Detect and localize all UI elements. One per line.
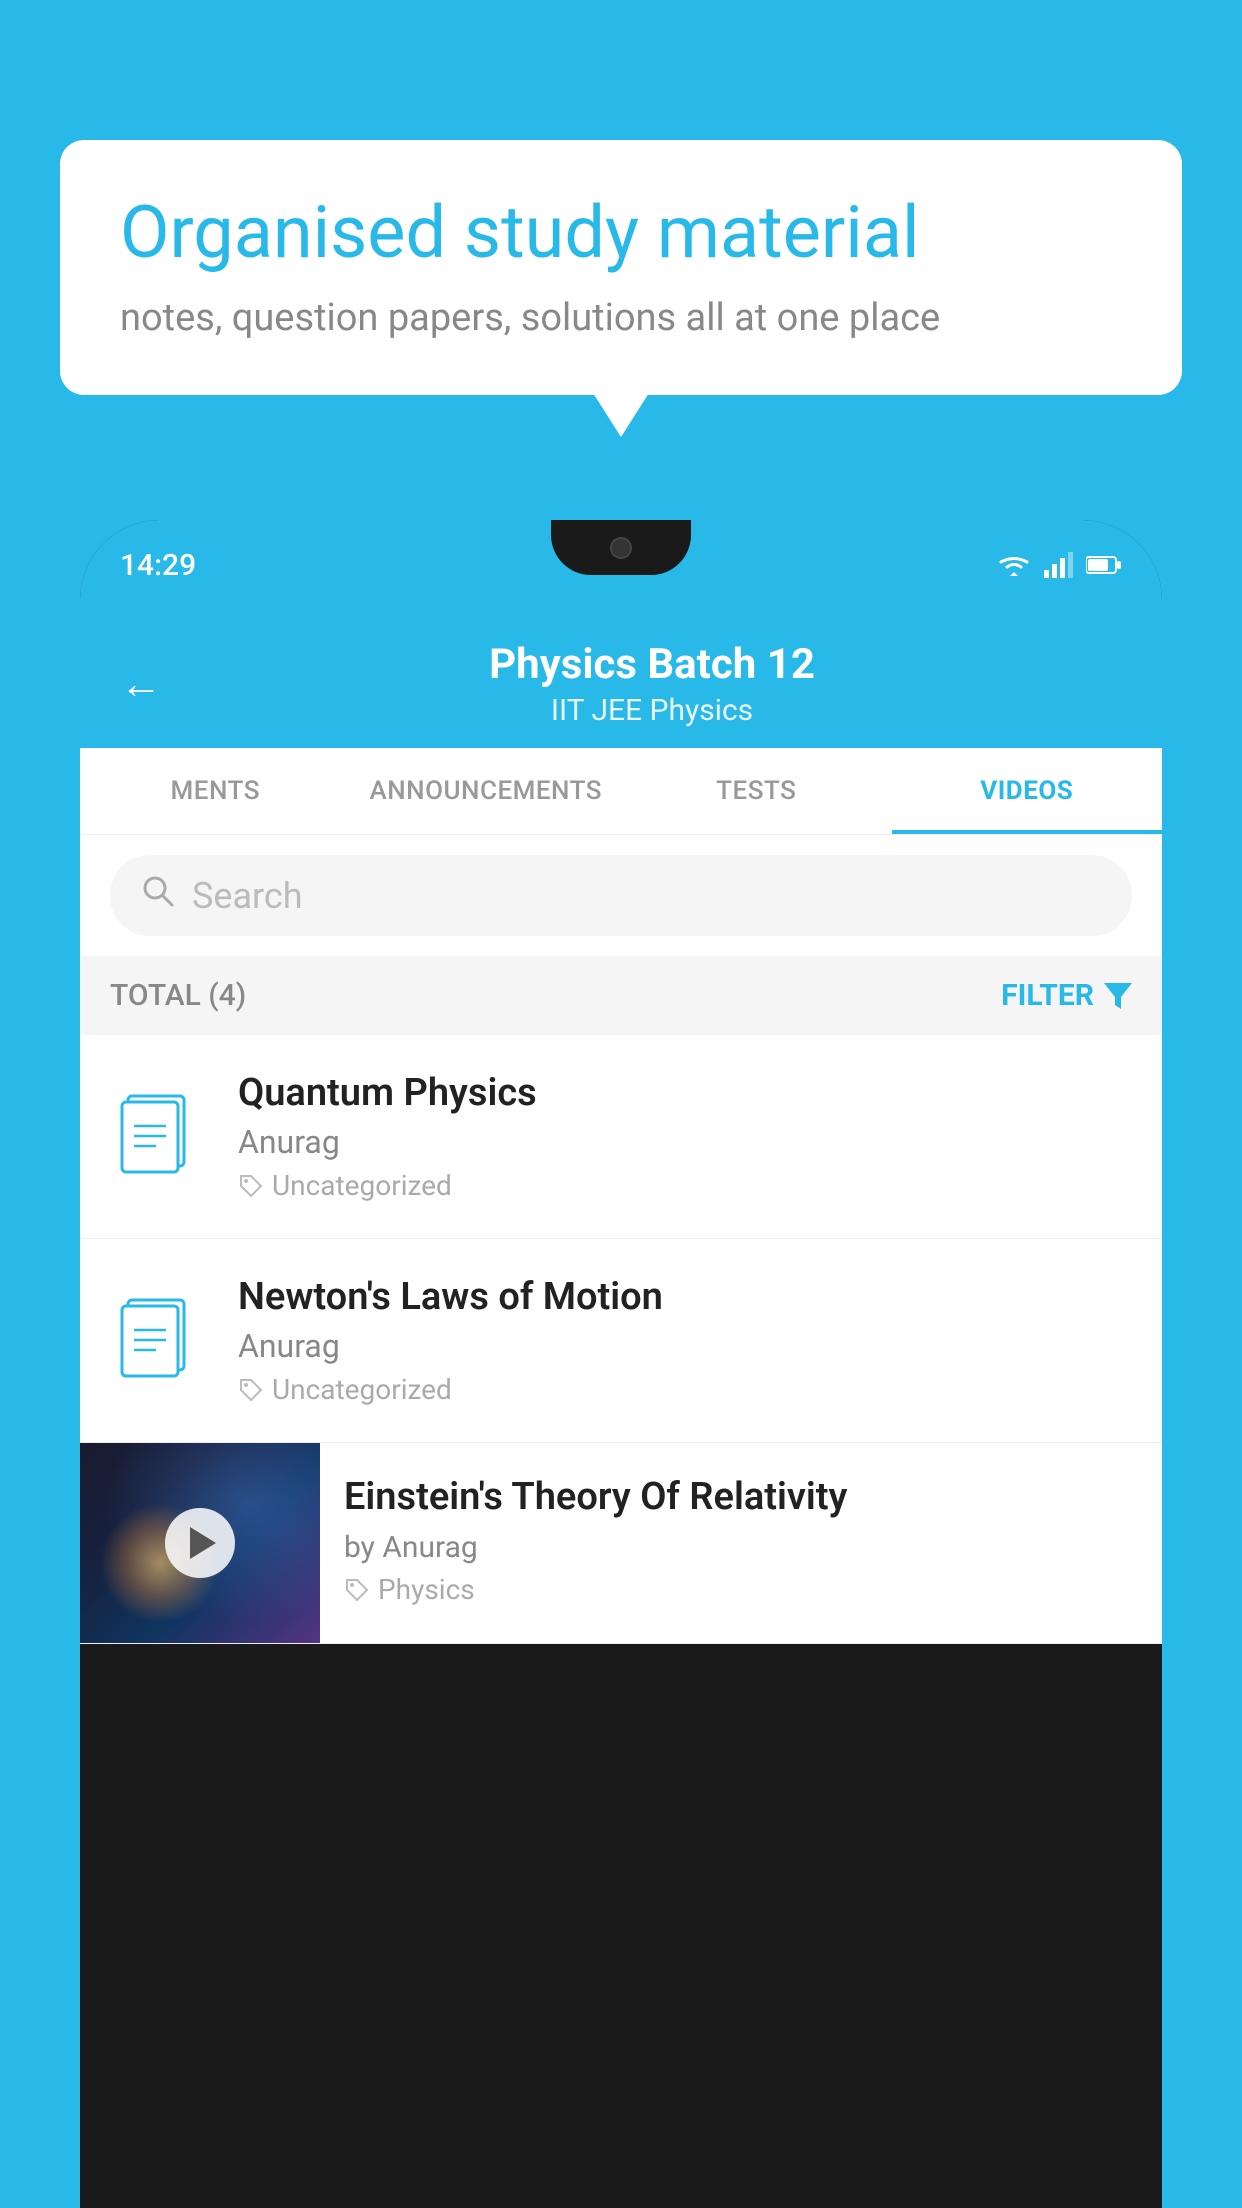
speech-bubble-subtext: notes, question papers, solutions all at… — [120, 296, 1122, 340]
video-doc-icon — [110, 1296, 210, 1386]
tab-ments[interactable]: MENTS — [80, 748, 351, 834]
filter-label: FILTER — [1001, 978, 1094, 1013]
speech-bubble-container: Organised study material notes, question… — [60, 140, 1182, 395]
total-count: TOTAL (4) — [110, 978, 246, 1013]
search-input-placeholder: Search — [192, 875, 303, 917]
tag-label: Uncategorized — [272, 1373, 452, 1406]
video-title: Newton's Laws of Motion — [238, 1275, 1132, 1319]
video-tag: Uncategorized — [238, 1373, 1132, 1406]
video-tag: Physics — [344, 1573, 1142, 1606]
video-title: Einstein's Theory Of Relativity — [344, 1473, 1142, 1522]
tag-label: Physics — [378, 1573, 475, 1606]
app-header: ← Physics Batch 12 IIT JEE Physics — [80, 610, 1162, 748]
filter-button[interactable]: FILTER — [1001, 978, 1132, 1013]
tag-icon — [238, 1377, 264, 1403]
play-button[interactable] — [165, 1508, 235, 1578]
video-list: Quantum Physics Anurag Uncategorized — [80, 1035, 1162, 1644]
video-doc-icon — [110, 1092, 210, 1182]
filter-icon — [1104, 983, 1132, 1009]
tag-icon — [238, 1173, 264, 1199]
video-author: by Anurag — [344, 1530, 1142, 1565]
phone-frame: 14:29 — [80, 520, 1162, 2208]
video-info: Einstein's Theory Of Relativity by Anura… — [320, 1443, 1162, 1626]
header-title: Physics Batch 12 — [182, 640, 1122, 689]
list-item[interactable]: Quantum Physics Anurag Uncategorized — [80, 1035, 1162, 1239]
play-triangle-icon — [190, 1527, 216, 1559]
filter-bar: TOTAL (4) FILTER — [80, 956, 1162, 1035]
tag-icon — [344, 1577, 370, 1603]
search-bar[interactable]: Search — [110, 855, 1132, 936]
video-title: Quantum Physics — [238, 1071, 1132, 1115]
header-title-group: Physics Batch 12 IIT JEE Physics — [182, 640, 1122, 728]
signal-icon — [1044, 552, 1074, 578]
tab-tests[interactable]: TESTS — [621, 748, 892, 834]
notch — [551, 520, 691, 575]
list-item[interactable]: Newton's Laws of Motion Anurag Uncategor… — [80, 1239, 1162, 1443]
tab-bar: MENTS ANNOUNCEMENTS TESTS VIDEOS — [80, 748, 1162, 835]
list-item[interactable]: Einstein's Theory Of Relativity by Anura… — [80, 1443, 1162, 1644]
video-tag: Uncategorized — [238, 1169, 1132, 1202]
status-icons — [996, 552, 1122, 578]
status-time: 14:29 — [120, 548, 196, 583]
video-info: Newton's Laws of Motion Anurag Uncategor… — [238, 1275, 1132, 1406]
back-button[interactable]: ← — [120, 660, 162, 709]
video-author: Anurag — [238, 1123, 1132, 1161]
battery-icon — [1086, 554, 1122, 576]
search-icon — [140, 873, 176, 918]
header-subtitle: IIT JEE Physics — [182, 693, 1122, 728]
tab-announcements[interactable]: ANNOUNCEMENTS — [351, 748, 622, 834]
speech-bubble-heading: Organised study material — [120, 190, 1122, 276]
video-author: Anurag — [238, 1327, 1132, 1365]
video-thumbnail — [80, 1443, 320, 1643]
camera-dot — [610, 537, 632, 559]
status-bar: 14:29 — [80, 520, 1162, 610]
tag-label: Uncategorized — [272, 1169, 452, 1202]
speech-bubble: Organised study material notes, question… — [60, 140, 1182, 395]
tab-videos[interactable]: VIDEOS — [892, 748, 1163, 834]
search-container: Search — [80, 835, 1162, 956]
video-info: Quantum Physics Anurag Uncategorized — [238, 1071, 1132, 1202]
wifi-icon — [996, 552, 1032, 578]
